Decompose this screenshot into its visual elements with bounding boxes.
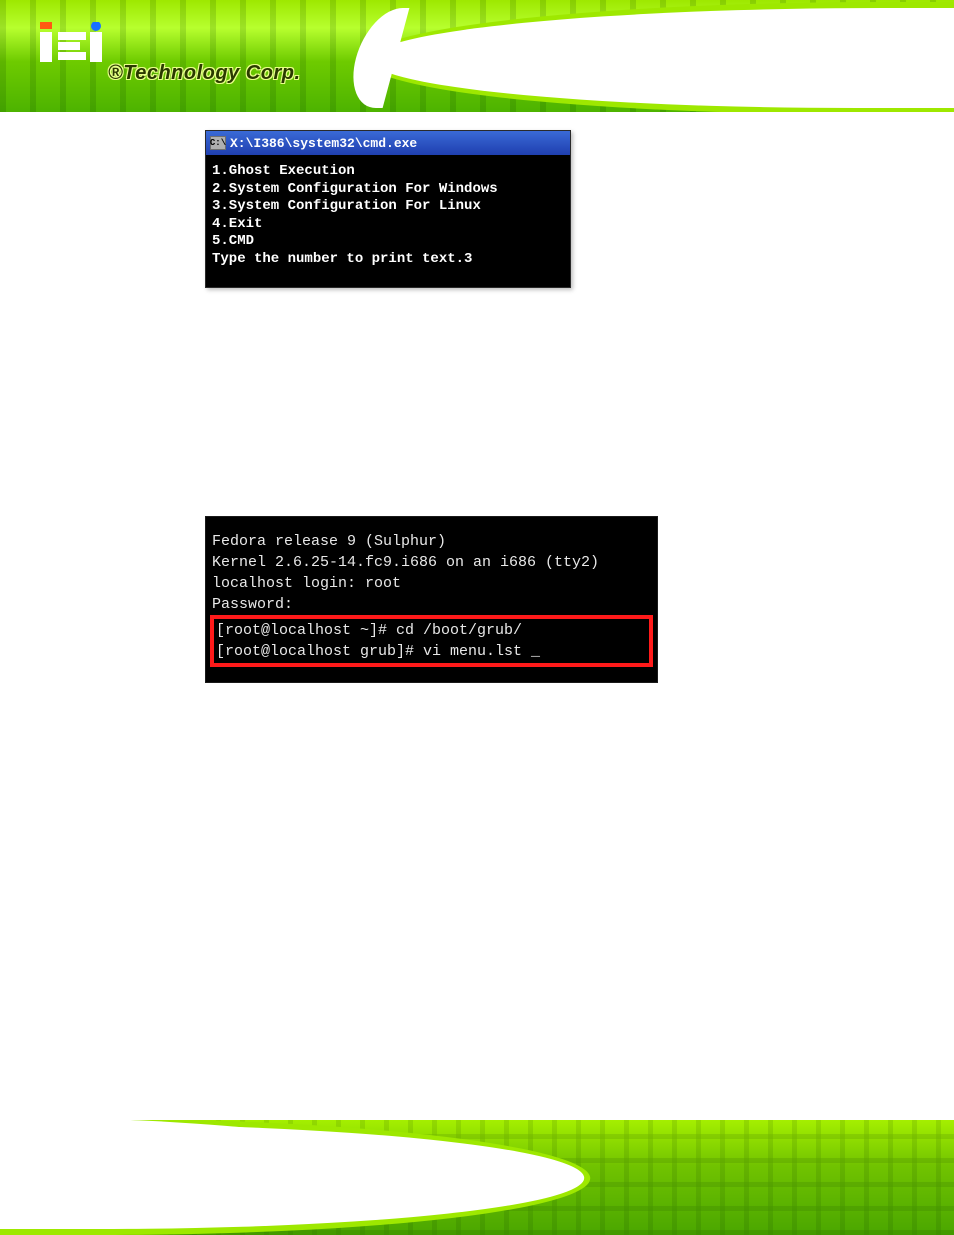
terminal-line: [root@localhost ~]# cd /boot/grub/ [216, 620, 647, 641]
cmd-title: X:\I386\system32\cmd.exe [230, 136, 417, 151]
cmd-line: 2.System Configuration For Windows [212, 181, 564, 199]
terminal-line: Password: [206, 594, 657, 615]
terminal-line: localhost login: root [206, 573, 657, 594]
brand-tagline: ®Technology Corp. [108, 62, 301, 85]
brand-logo [40, 22, 104, 64]
header-banner: ®Technology Corp. [0, 0, 954, 112]
terminal-line: Kernel 2.6.25-14.fc9.i686 on an i686 (tt… [206, 552, 657, 573]
terminal-line: Fedora release 9 (Sulphur) [206, 531, 657, 552]
screenshot-linux-terminal: Fedora release 9 (Sulphur) Kernel 2.6.25… [205, 516, 658, 683]
cmd-line: 3.System Configuration For Linux [212, 198, 564, 216]
footer-banner [0, 1120, 954, 1235]
cmd-line: 5.CMD [212, 233, 564, 251]
cmd-window-icon: C:\ [210, 136, 226, 150]
terminal-highlight-box: [root@localhost ~]# cd /boot/grub/ [root… [210, 615, 653, 667]
terminal-line: [root@localhost grub]# vi menu.lst _ [216, 641, 647, 662]
screenshot-cmd-window: C:\ X:\I386\system32\cmd.exe 1.Ghost Exe… [205, 130, 571, 288]
iei-logo-icon [40, 22, 104, 64]
cmd-line: 4.Exit [212, 216, 564, 234]
page-content: C:\ X:\I386\system32\cmd.exe 1.Ghost Exe… [0, 130, 954, 1115]
header-curve-decoration [357, 8, 954, 108]
cmd-line: 1.Ghost Execution [212, 163, 564, 181]
cmd-line: Type the number to print text.3 [212, 251, 564, 269]
cmd-titlebar: C:\ X:\I386\system32\cmd.exe [206, 131, 570, 155]
cmd-body: 1.Ghost Execution 2.System Configuration… [206, 155, 570, 287]
